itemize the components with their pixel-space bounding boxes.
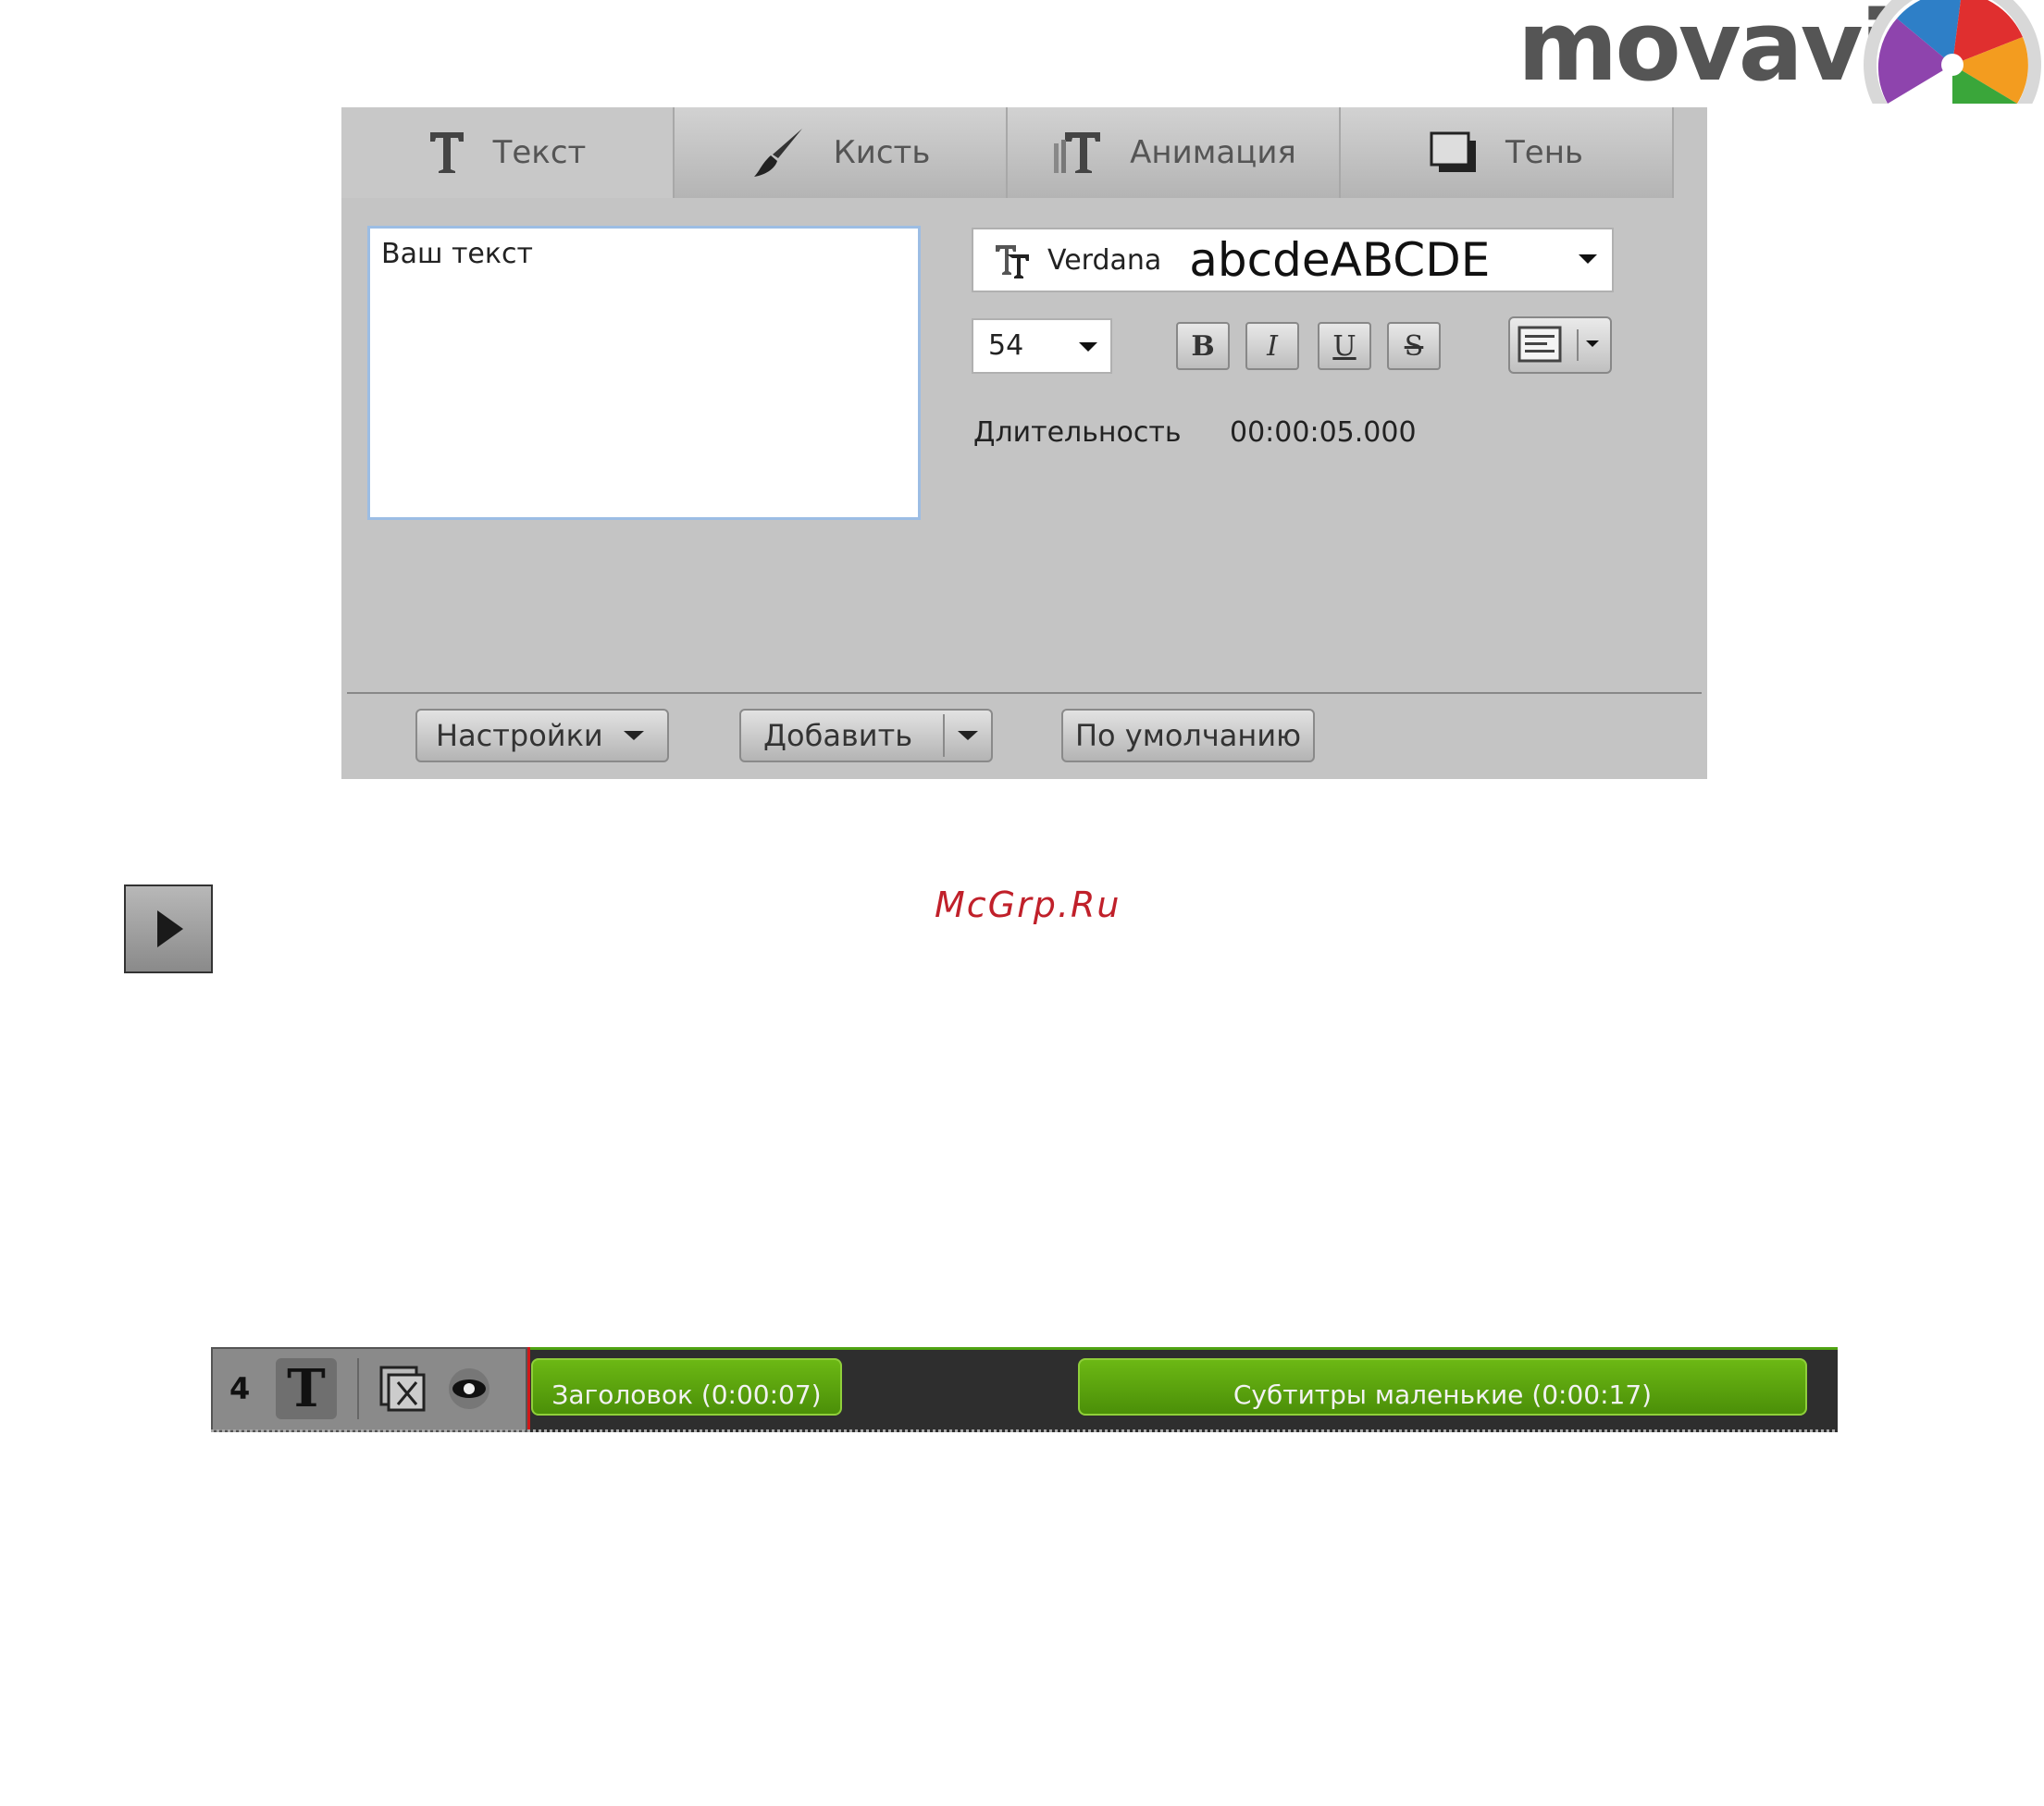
tab-brush-label: Кисть [833, 134, 931, 171]
add-button-label: Добавить [763, 718, 913, 753]
track-header-divider [357, 1358, 359, 1419]
logo-pinwheel-icon [1864, 0, 2041, 104]
align-left-icon [1518, 326, 1599, 363]
track-number: 4 [229, 1371, 251, 1406]
animation-icon [1050, 127, 1102, 179]
panel-divider [347, 692, 1702, 694]
track-visibility-eye-icon[interactable] [444, 1364, 494, 1414]
strikethrough-button[interactable]: S [1387, 322, 1441, 370]
text-editor-panel: Текст Кисть Анимация Тень Ваш текст Verd [341, 107, 1707, 779]
play-icon [157, 910, 183, 947]
text-T-icon [428, 127, 465, 179]
default-button[interactable]: По умолчанию [1061, 709, 1315, 762]
tab-animation[interactable]: Анимация [1008, 107, 1341, 198]
timeline-clip-subtitles[interactable]: Субтитры маленькие (0:00:17) [1078, 1358, 1807, 1416]
settings-button[interactable]: Настройки [415, 709, 669, 762]
tab-text-label: Текст [492, 134, 587, 171]
chevron-down-icon [958, 731, 978, 740]
playhead[interactable] [527, 1347, 530, 1432]
add-button[interactable]: Добавить [739, 709, 993, 762]
chevron-down-icon [1079, 342, 1097, 352]
brush-icon [750, 127, 806, 179]
font-dropdown[interactable]: Verdana abcdeABCDE [972, 228, 1614, 292]
track-mute-icon[interactable] [378, 1364, 427, 1414]
track-text-icon: T [276, 1358, 337, 1419]
timeline-text-track: 4 T Заголовок (0:00:07) Субтитры маленьк… [211, 1347, 1838, 1432]
duration-label: Длительность [973, 416, 1182, 449]
track-bottom-border [211, 1429, 1838, 1432]
text-align-dropdown[interactable] [1508, 316, 1612, 374]
tab-shadow-label: Тень [1505, 134, 1583, 171]
timeline-clip-title[interactable]: Заголовок (0:00:07) [531, 1358, 842, 1416]
track-header: 4 T [211, 1347, 527, 1432]
default-button-label: По умолчанию [1074, 718, 1302, 753]
font-size-dropdown[interactable]: 54 [972, 318, 1112, 374]
settings-button-label: Настройки [436, 718, 603, 753]
tab-text[interactable]: Текст [341, 107, 675, 198]
tab-animation-label: Анимация [1130, 134, 1296, 171]
underline-button[interactable]: U [1318, 322, 1371, 370]
font-sample: abcdeABCDE [1189, 233, 1491, 287]
add-button-separator [943, 714, 945, 757]
watermark-text: McGrp.Ru [935, 884, 1121, 925]
play-button[interactable] [124, 884, 213, 973]
duration-value[interactable]: 00:00:05.000 [1230, 416, 1417, 449]
tab-brush[interactable]: Кисть [675, 107, 1008, 198]
bold-button[interactable]: B [1176, 322, 1230, 370]
chevron-down-icon [623, 731, 644, 740]
logo-wordmark: movavi [1518, 0, 1893, 103]
track-top-border [527, 1347, 1838, 1350]
editor-tabs: Текст Кисть Анимация Тень [341, 107, 1674, 198]
text-input[interactable]: Ваш текст [367, 226, 921, 520]
tab-shadow[interactable]: Тень [1341, 107, 1674, 198]
italic-button[interactable]: I [1245, 322, 1299, 370]
font-icon [996, 245, 1029, 278]
font-size-value: 54 [988, 329, 1024, 362]
chevron-down-icon [1579, 254, 1597, 264]
font-name: Verdana [1047, 243, 1162, 277]
shadow-icon [1430, 127, 1478, 179]
movavi-logo: movavi [1518, 0, 2044, 104]
